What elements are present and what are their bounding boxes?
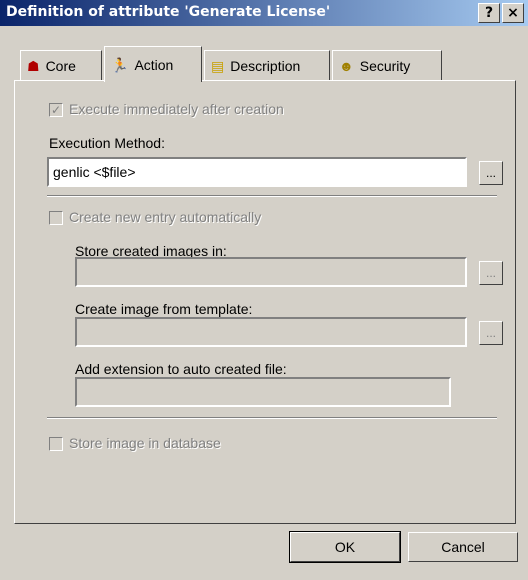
cancel-button[interactable]: Cancel — [408, 532, 518, 562]
close-button[interactable]: × — [502, 3, 524, 23]
execute-immediately-checkbox[interactable]: ✓ — [49, 103, 63, 117]
store-created-images-browse-button[interactable]: ... — [479, 261, 503, 285]
action-tab-panel: ✓ Execute immediately after creation Exe… — [14, 80, 516, 524]
execution-method-browse-button[interactable]: ... — [479, 161, 503, 185]
execution-method-input[interactable] — [49, 159, 465, 185]
title-bar[interactable]: Definition of attribute 'Generate Licens… — [0, 0, 528, 26]
create-from-template-browse-button[interactable]: ... — [479, 321, 503, 345]
create-from-template-label: Create image from template: — [75, 301, 253, 317]
separator — [47, 417, 497, 419]
tab-security-label: Security — [359, 57, 411, 74]
execution-method-field[interactable] — [47, 157, 467, 187]
add-extension-field[interactable] — [75, 377, 451, 407]
store-in-database-label: Store image in database — [69, 435, 221, 451]
window-title: Definition of attribute 'Generate Licens… — [6, 4, 331, 20]
add-extension-input[interactable] — [77, 379, 449, 405]
people-icon: ☻ — [339, 57, 354, 74]
add-extension-label: Add extension to auto created file: — [75, 361, 287, 377]
store-created-images-field[interactable] — [75, 257, 467, 287]
tab-security[interactable]: ☻ Security — [332, 50, 442, 80]
separator — [47, 195, 497, 197]
tab-description[interactable]: ▤ Description — [204, 50, 330, 80]
create-new-entry-checkbox[interactable] — [49, 211, 63, 225]
tab-core[interactable]: ☗ Core — [20, 50, 102, 80]
tab-description-label: Description — [230, 57, 301, 74]
create-new-entry-label: Create new entry automatically — [69, 209, 262, 225]
running-man-icon: 🏃 — [111, 56, 129, 73]
tab-action[interactable]: 🏃 Action — [104, 46, 202, 82]
note-icon: ▤ — [211, 57, 225, 74]
ok-button[interactable]: OK — [289, 531, 401, 563]
core-icon: ☗ — [27, 57, 40, 74]
store-in-database-checkbox[interactable] — [49, 437, 63, 451]
help-button[interactable]: ? — [478, 3, 500, 23]
checkmark-icon: ✓ — [50, 103, 62, 117]
store-created-images-input[interactable] — [77, 259, 465, 285]
tab-action-label: Action — [134, 56, 174, 73]
execution-method-label: Execution Method: — [49, 135, 165, 151]
create-from-template-field[interactable] — [75, 317, 467, 347]
create-from-template-input[interactable] — [77, 319, 465, 345]
tab-core-label: Core — [45, 57, 76, 74]
execute-immediately-label: Execute immediately after creation — [69, 101, 284, 117]
